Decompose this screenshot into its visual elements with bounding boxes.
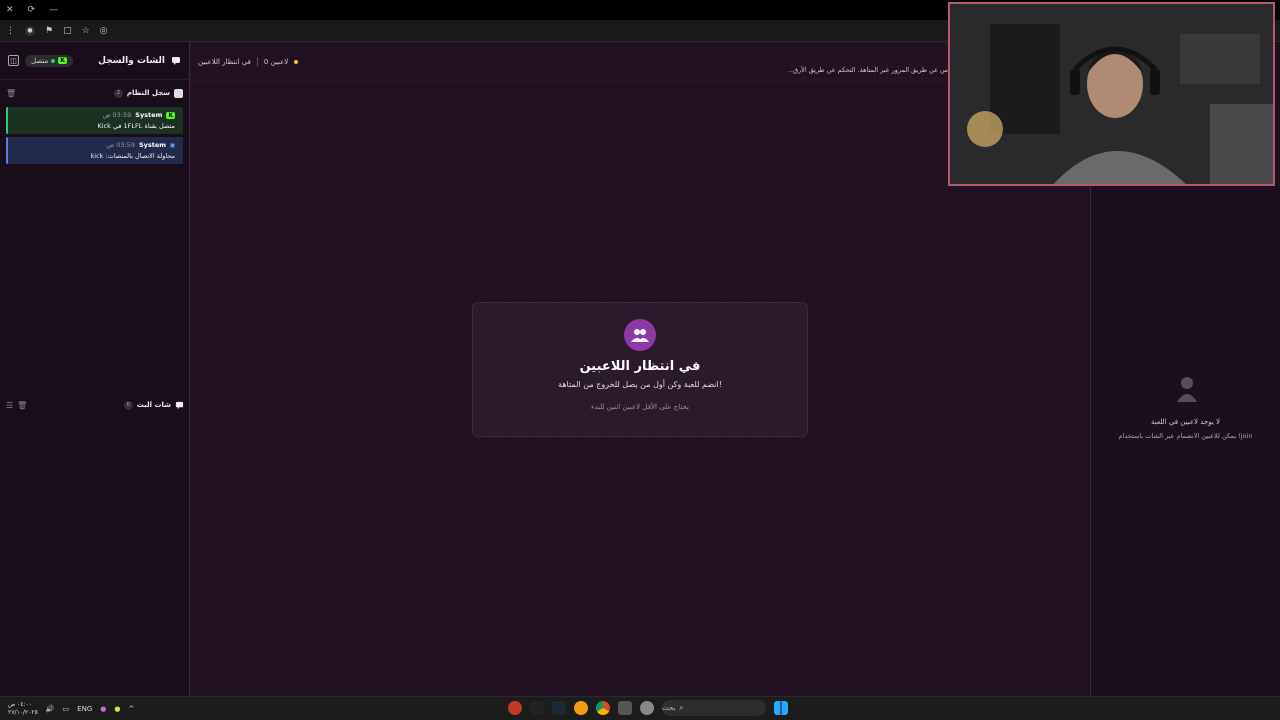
instructions-marquee: س عن طريق المرور عبر المتاهة. التحكم عن … bbox=[788, 66, 948, 74]
clear-log-trash-icon[interactable]: 🗑 bbox=[6, 89, 16, 98]
log-sender: System bbox=[138, 141, 167, 149]
system-log-label: سجل النظام bbox=[126, 89, 170, 97]
kick-icon: K bbox=[58, 57, 67, 64]
app-icon-orange[interactable] bbox=[574, 701, 588, 715]
log-message: متصل بقناة 1FLFL في Kick bbox=[97, 122, 175, 130]
reload-icon[interactable]: ⟳ bbox=[28, 5, 36, 15]
cloud-icon[interactable] bbox=[640, 701, 654, 715]
game-status-bar: في انتظار اللاعبين 0 لاعبين bbox=[190, 42, 950, 82]
log-sender: System bbox=[135, 111, 163, 119]
stream-chat-label: شات البث bbox=[136, 401, 171, 409]
waiting-hint: يحتاج على الأقل لاعبين اثنين للبدء bbox=[591, 403, 689, 411]
waiting-dot-icon bbox=[294, 59, 299, 64]
log-entry: ◼ System 03:59 ص محاولة الاتصال بالمنصات… bbox=[6, 137, 183, 164]
no-players-title: لا يوجد لاعبين في اللعبة bbox=[1151, 418, 1220, 426]
bookmark-star-icon[interactable]: ☆ bbox=[82, 26, 90, 36]
sidebar-header: الشات والسجل K متصل ◫ bbox=[0, 42, 189, 80]
taskbar-apps: ⌕ بحث bbox=[508, 700, 788, 716]
webcam-feed-image bbox=[950, 4, 1273, 184]
stream-chat-count: 0 bbox=[123, 400, 133, 410]
steam-icon[interactable] bbox=[552, 701, 566, 715]
players-group-icon bbox=[624, 319, 656, 351]
chat-icon bbox=[172, 56, 180, 65]
network-icon[interactable]: ▭ bbox=[63, 705, 70, 713]
log-message: محاولة الاتصال بالمنصات: kick bbox=[90, 152, 175, 160]
log-icon bbox=[174, 88, 183, 98]
no-players-description: يمكن للاعبين الانضمام عبر الشات باستخدام… bbox=[1118, 432, 1253, 440]
game-status-text: في انتظار اللاعبين bbox=[198, 57, 251, 66]
clear-chat-trash-icon[interactable]: 🗑 bbox=[17, 401, 27, 410]
search-icon: ⌕ bbox=[679, 703, 684, 712]
app-icon-red[interactable] bbox=[508, 701, 522, 715]
profile-icon[interactable]: ● bbox=[25, 25, 35, 36]
waiting-title: في انتظار اللاعبين bbox=[579, 359, 701, 374]
chevron-up-icon[interactable]: ^ bbox=[128, 705, 134, 713]
minimize-icon[interactable]: — bbox=[49, 5, 58, 15]
file-explorer-icon[interactable] bbox=[618, 701, 632, 715]
app-icon-dark[interactable] bbox=[530, 701, 544, 715]
kick-icon: K bbox=[166, 111, 175, 119]
waiting-subtitle: انضم للعبة وكن أول من يصل للخروج من المت… bbox=[558, 380, 722, 389]
players-panel: لا يوجد لاعبين في اللعبة يمكن للاعبين ال… bbox=[1090, 186, 1280, 696]
menu-dots-icon[interactable]: ⋮ bbox=[6, 26, 15, 36]
tab-icon[interactable]: ▢ bbox=[63, 26, 72, 36]
clock[interactable]: ٠٤:٠٠ ص ٢٧/١٠/٢٠٢٥ bbox=[8, 701, 38, 717]
chat-icon bbox=[175, 401, 184, 409]
clock-time: ٠٤:٠٠ ص bbox=[8, 701, 33, 708]
os-taskbar: ٠٤:٠٠ ص ٢٧/١٠/٢٠٢٥ 🔊 ▭ ENG ● ● ^ ⌕ بحث bbox=[0, 696, 1280, 720]
sidebar-title: الشات والسجل bbox=[98, 55, 165, 66]
system-log-count: 2 bbox=[113, 88, 123, 98]
person-icon bbox=[1177, 377, 1197, 402]
extension-icon[interactable]: ⚑ bbox=[45, 26, 53, 36]
chrome-icon[interactable] bbox=[596, 701, 610, 715]
taskbar-search[interactable]: ⌕ بحث bbox=[662, 700, 766, 716]
webcam-overlay bbox=[948, 2, 1275, 186]
system-tray: ٠٤:٠٠ ص ٢٧/١٠/٢٠٢٥ 🔊 ▭ ENG ● ● ^ bbox=[8, 701, 134, 717]
players-count: 0 لاعبين bbox=[263, 57, 289, 66]
visibility-icon[interactable]: ◎ bbox=[100, 26, 108, 36]
search-placeholder: بحث bbox=[662, 704, 676, 712]
language-indicator[interactable]: ENG bbox=[77, 705, 92, 713]
divider bbox=[256, 57, 258, 66]
app-tray-icon[interactable]: ● bbox=[114, 705, 120, 713]
connection-status-badge: K متصل bbox=[25, 54, 73, 67]
windows-start-icon[interactable] bbox=[774, 701, 788, 715]
status-text: متصل bbox=[31, 56, 49, 65]
collapse-sidebar-icon[interactable]: ◫ bbox=[8, 55, 19, 66]
volume-icon[interactable]: 🔊 bbox=[46, 705, 55, 713]
log-entry: K System 03:59 ص متصل بقناة 1FLFL في Kic… bbox=[6, 107, 183, 134]
filter-list-icon[interactable]: ☰ bbox=[6, 401, 13, 410]
info-chat-icon: ◼ bbox=[170, 141, 175, 149]
waiting-card: في انتظار اللاعبين انضم للعبة وكن أول من… bbox=[472, 302, 808, 437]
clock-date: ٢٧/١٠/٢٠٢٥ bbox=[8, 709, 38, 716]
chat-sidebar: الشات والسجل K متصل ◫ سجل النظام 2 🗑 K S… bbox=[0, 42, 190, 696]
close-window-icon[interactable]: ✕ bbox=[6, 5, 14, 15]
system-log-header: سجل النظام 2 🗑 bbox=[0, 82, 189, 104]
mic-icon[interactable]: ● bbox=[100, 705, 106, 713]
stream-chat-header: شات البث 0 🗑 ☰ bbox=[0, 394, 190, 416]
log-time: 03:59 ص bbox=[102, 111, 132, 119]
log-time: 03:59 ص bbox=[106, 141, 135, 149]
online-dot-icon bbox=[51, 58, 56, 63]
